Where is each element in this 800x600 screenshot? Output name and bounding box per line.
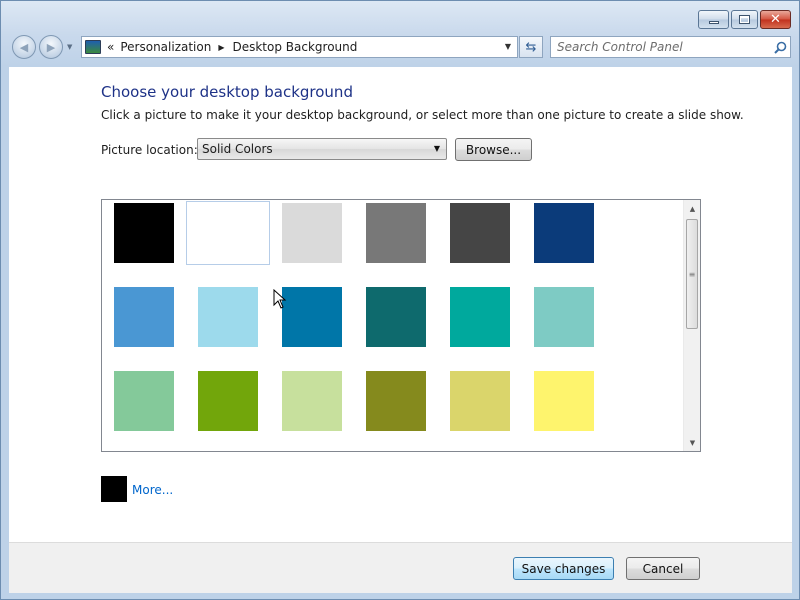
minimize-icon	[708, 21, 719, 24]
page-description: Click a picture to make it your desktop …	[101, 108, 744, 122]
scroll-up-icon[interactable]: ▲	[684, 200, 700, 217]
color-tile-selected[interactable]	[186, 201, 270, 265]
scrollbar-thumb[interactable]: ≡	[686, 219, 698, 329]
color-tile[interactable]	[366, 371, 426, 431]
maximize-button[interactable]	[731, 10, 758, 29]
color-tile[interactable]	[114, 203, 174, 263]
color-tile[interactable]	[282, 203, 342, 263]
color-tile[interactable]	[450, 371, 510, 431]
color-tile[interactable]	[114, 371, 174, 431]
browse-button[interactable]: Browse...	[455, 138, 532, 161]
color-tile[interactable]	[282, 371, 342, 431]
breadcrumb-desktop-background[interactable]: Desktop Background	[232, 40, 357, 54]
minimize-button[interactable]	[698, 10, 729, 29]
address-dropdown-icon[interactable]: ▼	[505, 42, 511, 51]
back-arrow-icon: ◀	[19, 40, 29, 54]
cancel-button[interactable]: Cancel	[626, 557, 700, 580]
color-tile[interactable]	[534, 203, 594, 263]
current-color-swatch	[101, 476, 127, 502]
search-input[interactable]	[557, 38, 770, 56]
back-button[interactable]: ◀	[12, 35, 36, 59]
maximize-icon	[739, 15, 750, 24]
search-icon[interactable]	[770, 41, 790, 54]
caption-buttons: ✕	[698, 10, 791, 29]
refresh-button[interactable]: ⇆	[519, 36, 543, 58]
color-tile[interactable]	[450, 203, 510, 263]
vertical-scrollbar[interactable]: ▲ ≡ ▼	[683, 200, 700, 451]
color-tile[interactable]	[534, 371, 594, 431]
control-panel-icon	[85, 40, 101, 54]
footer-bar: Save changes Cancel	[9, 542, 792, 593]
breadcrumb-personalization[interactable]: Personalization	[120, 40, 211, 54]
close-button[interactable]: ✕	[760, 10, 791, 29]
forward-button[interactable]: ▶	[39, 35, 63, 59]
mouse-pointer-icon	[273, 289, 287, 309]
forward-arrow-icon: ▶	[46, 40, 56, 54]
picture-location-select[interactable]: Solid Colors ▼	[197, 138, 447, 160]
color-tile[interactable]	[198, 287, 258, 347]
picture-location-label: Picture location:	[101, 143, 198, 157]
chevron-down-icon: ▼	[433, 144, 440, 153]
color-tile[interactable]	[366, 287, 426, 347]
color-tile[interactable]	[450, 287, 510, 347]
more-colors-link[interactable]: More...	[132, 483, 173, 497]
color-tile[interactable]	[282, 287, 342, 347]
breadcrumb-separator-icon[interactable]: ▶	[218, 43, 224, 52]
picture-location-value: Solid Colors	[202, 142, 273, 156]
color-tile[interactable]	[366, 203, 426, 263]
refresh-icon: ⇆	[525, 39, 537, 55]
search-box[interactable]	[550, 36, 791, 58]
main-content: Choose your desktop background Click a p…	[9, 67, 792, 542]
recent-pages-dropdown-icon[interactable]: ▼	[67, 43, 72, 51]
window-frame: ✕ ◀ ▶ ▼ « Personalization ▶ Desktop Back…	[0, 0, 800, 600]
close-icon: ✕	[770, 12, 781, 27]
color-grid: ▲ ≡ ▼	[101, 199, 701, 452]
color-tile[interactable]	[114, 287, 174, 347]
page-title: Choose your desktop background	[101, 83, 353, 101]
color-tile[interactable]	[534, 287, 594, 347]
grip-icon: ≡	[688, 269, 696, 279]
scroll-down-icon[interactable]: ▼	[684, 434, 700, 451]
color-tile[interactable]	[198, 371, 258, 431]
address-bar[interactable]: « Personalization ▶ Desktop Background ▼	[81, 36, 518, 58]
save-changes-button[interactable]: Save changes	[513, 557, 614, 580]
breadcrumb-overflow-icon[interactable]: «	[107, 40, 114, 54]
